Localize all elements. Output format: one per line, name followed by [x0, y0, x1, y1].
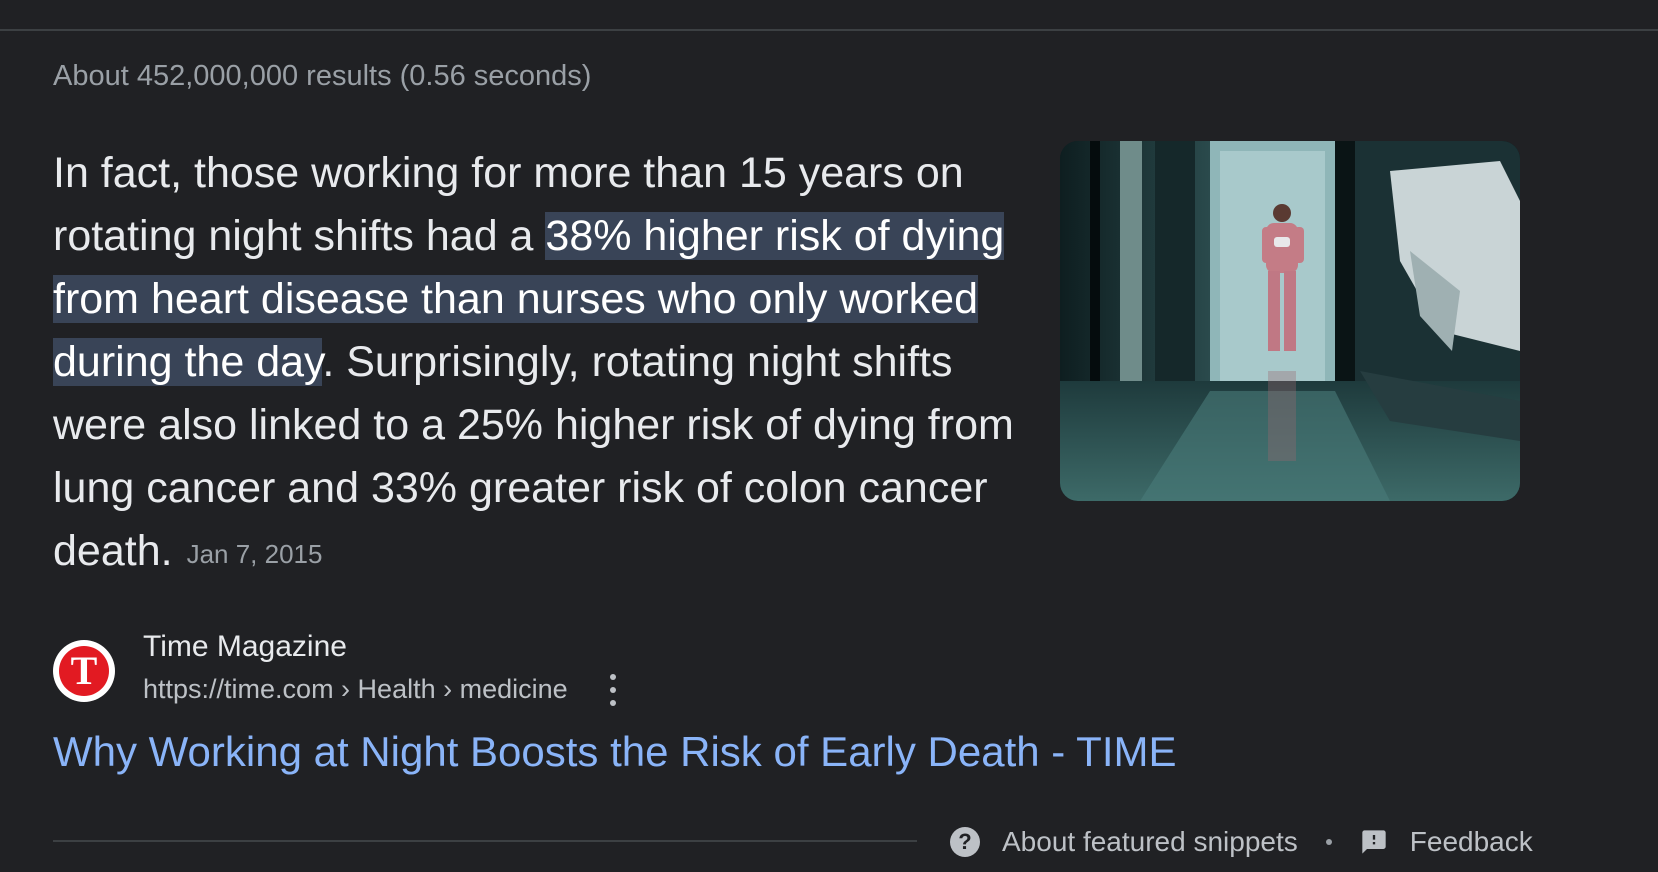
result-source[interactable]: T Time Magazine https://time.com › Healt…: [53, 630, 953, 710]
snippet-date: Jan 7, 2015: [186, 539, 323, 569]
separator-dot: [1325, 839, 1332, 845]
result-stats: About 452,000,000 results (0.56 seconds): [53, 60, 592, 92]
snippet-thumbnail[interactable]: [1060, 141, 1520, 501]
result-title-link[interactable]: Why Working at Night Boosts the Risk of …: [53, 728, 1177, 776]
feedback-link[interactable]: Feedback: [1360, 826, 1533, 858]
feedback-label: Feedback: [1409, 826, 1533, 857]
source-url-breadcrumb: https://time.com › Health › medicine: [143, 674, 568, 704]
about-featured-snippets-label: About featured snippets: [1002, 826, 1298, 857]
header-divider: [0, 29, 1658, 31]
feedback-icon: [1362, 830, 1386, 854]
about-featured-snippets-link[interactable]: ? About featured snippets: [950, 826, 1298, 858]
more-vert-icon[interactable]: [601, 672, 625, 708]
source-name: Time Magazine: [143, 630, 347, 663]
snippet-divider: [53, 840, 917, 842]
search-results-page: About 452,000,000 results (0.56 seconds)…: [0, 0, 1658, 872]
featured-snippet-text: In fact, those working for more than 15 …: [53, 142, 1053, 586]
time-favicon: T: [53, 640, 115, 702]
favicon-letter: T: [59, 646, 109, 696]
nurse-hospital-corridor-image: [1060, 141, 1520, 501]
snippet-footer: ? About featured snippets Feedback: [950, 820, 1533, 864]
help-circle-icon: ?: [950, 827, 980, 857]
